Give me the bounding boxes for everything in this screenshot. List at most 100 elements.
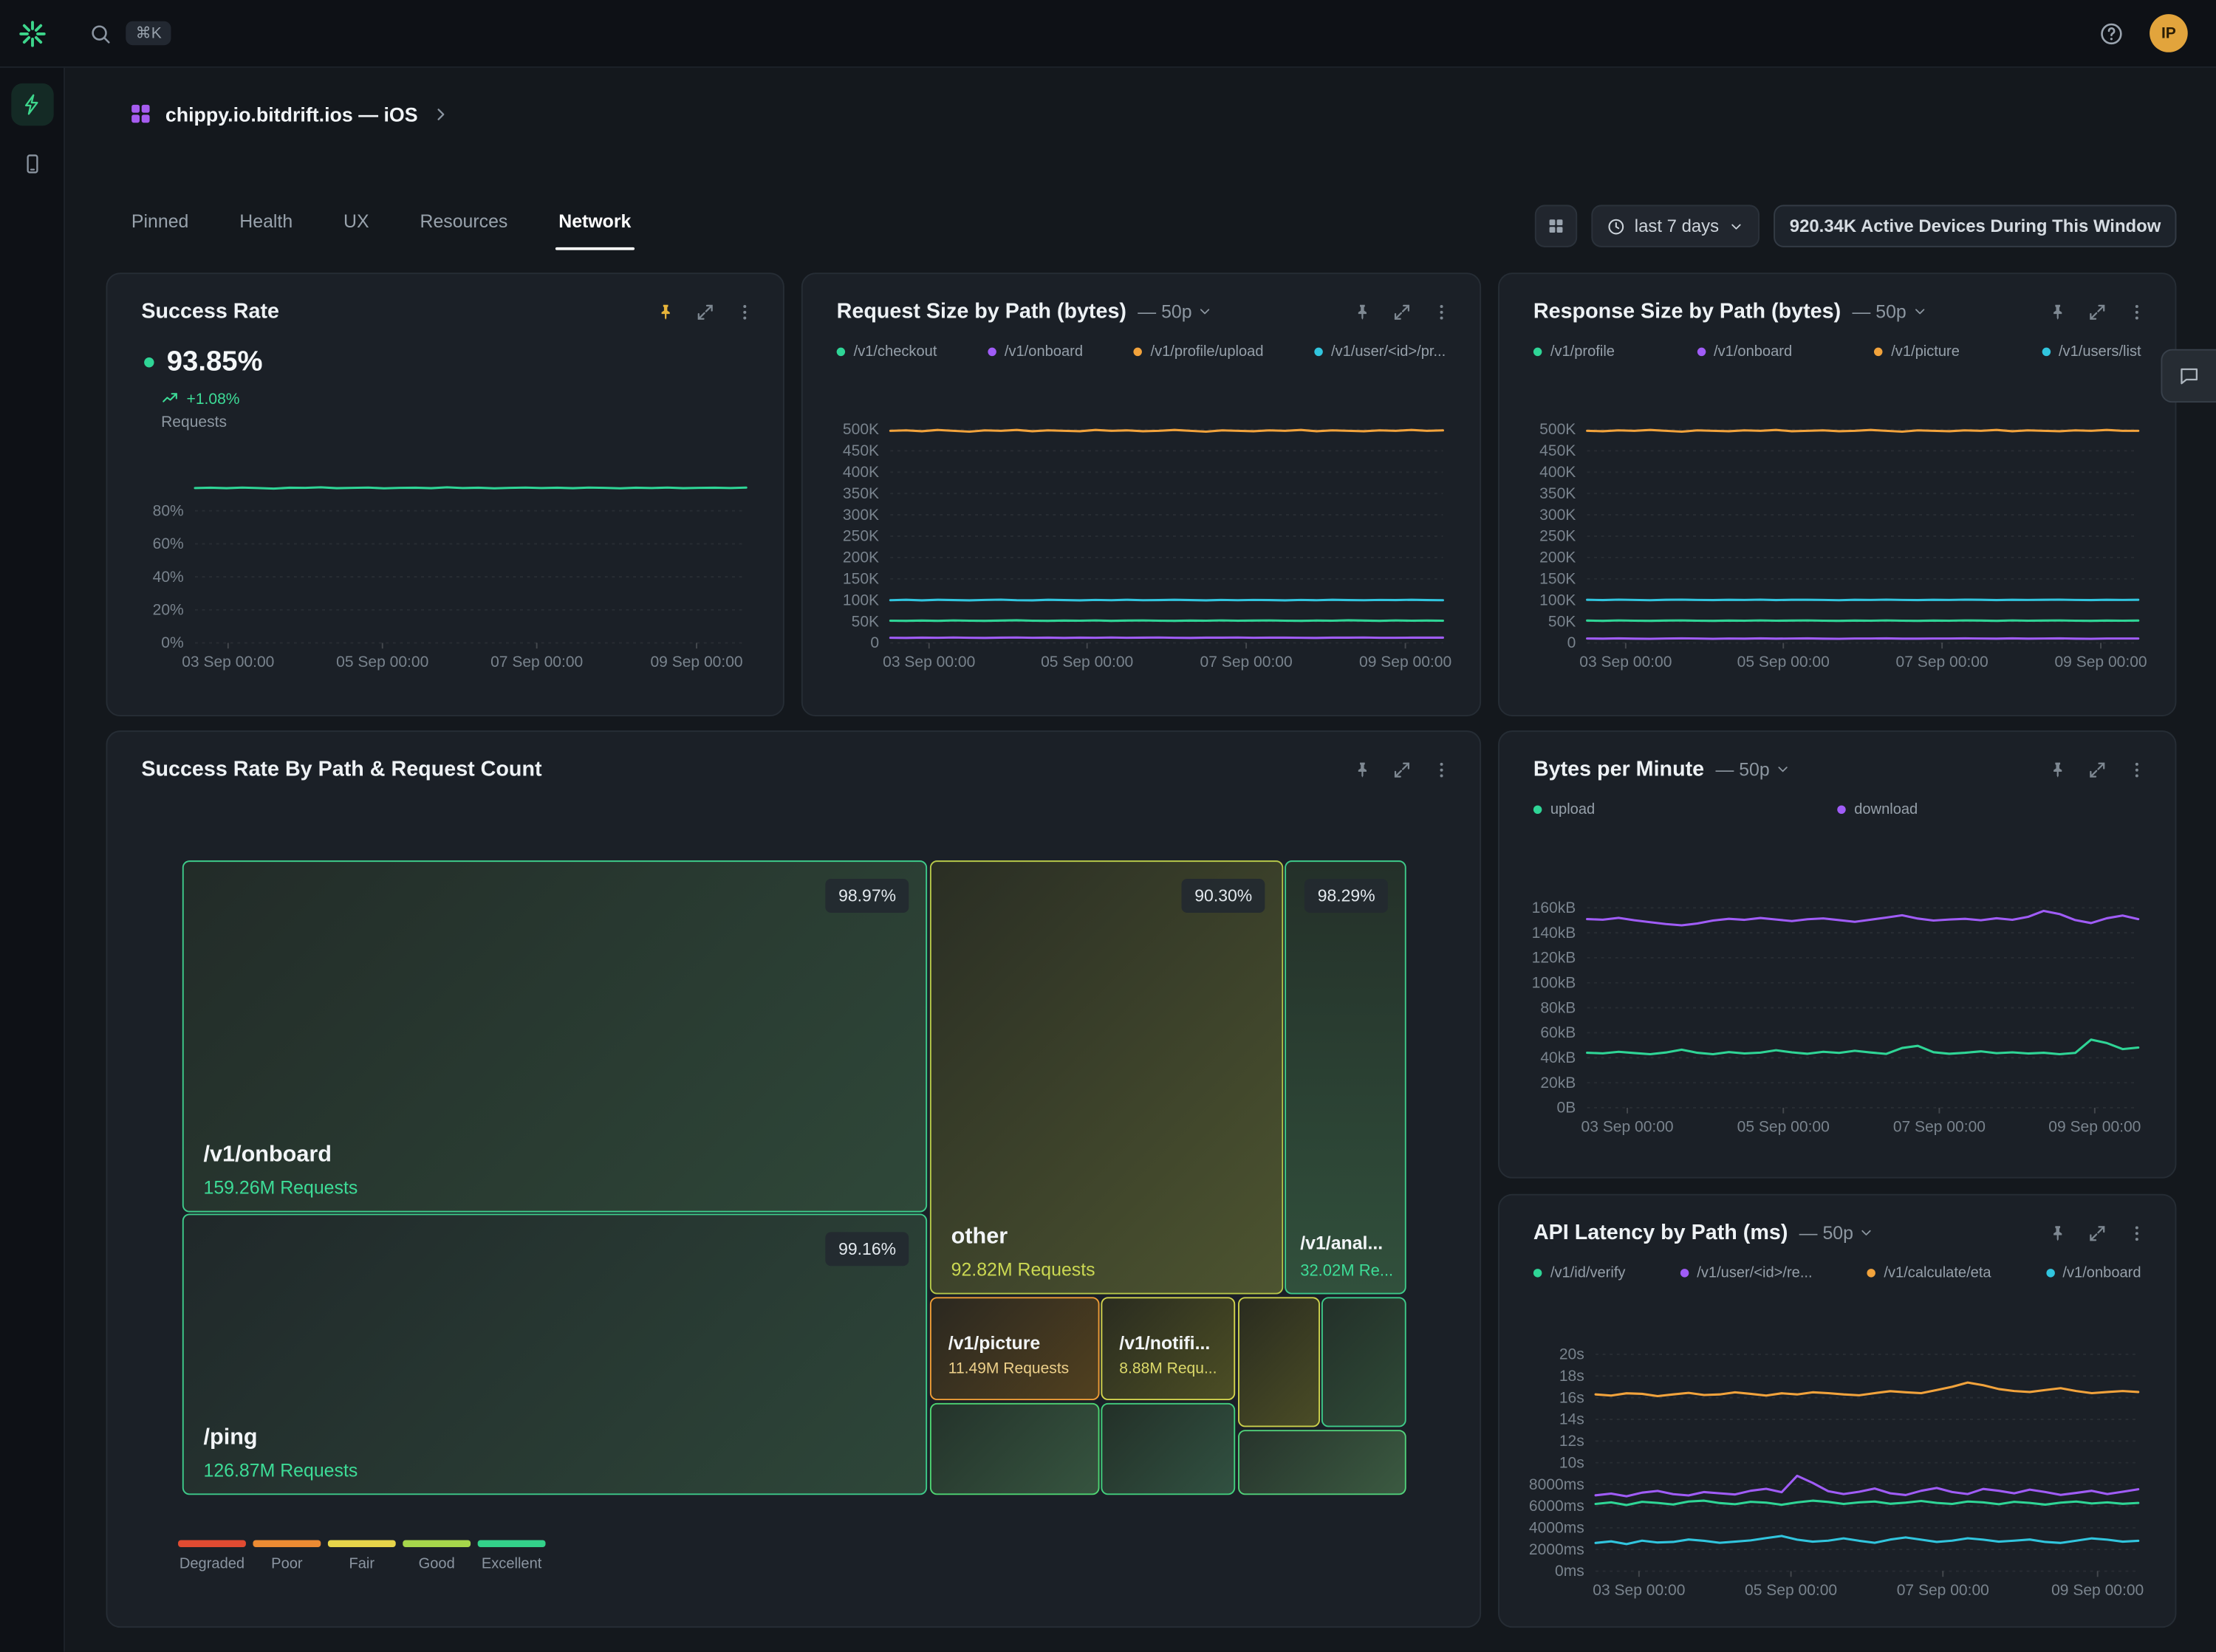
svg-text:200K: 200K: [1539, 549, 1576, 566]
legend-item[interactable]: /v1/id/verify: [1533, 1264, 1626, 1281]
treemap-tile[interactable]: [1238, 1297, 1320, 1427]
percentile-selector[interactable]: — 50p: [1852, 301, 1927, 323]
percentile-selector[interactable]: — 50p: [1799, 1222, 1875, 1244]
svg-text:50K: 50K: [852, 613, 879, 630]
kebab-menu-icon[interactable]: [2127, 759, 2147, 779]
card-title: Success Rate: [141, 300, 279, 324]
svg-text:20kB: 20kB: [1540, 1075, 1576, 1091]
legend-item[interactable]: /v1/user/<id>/pr...: [1314, 343, 1446, 360]
pin-icon[interactable]: [656, 301, 676, 321]
svg-text:09 Sep 00:00: 09 Sep 00:00: [2054, 654, 2147, 671]
expand-icon[interactable]: [2087, 1223, 2107, 1243]
pin-icon[interactable]: [2048, 1223, 2068, 1243]
treemap-tile[interactable]: [1321, 1297, 1406, 1427]
pin-icon[interactable]: [1352, 301, 1372, 321]
tile-name: /v1/anal...: [1300, 1232, 1396, 1253]
expand-icon[interactable]: [1392, 301, 1412, 321]
percentile-selector[interactable]: — 50p: [1138, 301, 1213, 323]
delta-value: +1.08%: [187, 391, 240, 408]
help-button[interactable]: [2099, 21, 2124, 46]
tab-health[interactable]: Health: [236, 202, 295, 250]
treemap-tile-ping[interactable]: 99.16% /ping 126.87M Requests: [182, 1213, 927, 1495]
tab-network[interactable]: Network: [555, 202, 634, 250]
svg-text:03 Sep 00:00: 03 Sep 00:00: [1579, 654, 1672, 671]
svg-text:05 Sep 00:00: 05 Sep 00:00: [336, 654, 428, 671]
legend-item[interactable]: /v1/checkout: [837, 343, 937, 360]
legend-item[interactable]: /v1/calculate/eta: [1867, 1264, 1991, 1281]
svg-text:100K: 100K: [843, 592, 879, 609]
logo[interactable]: [0, 18, 64, 49]
kebab-menu-icon[interactable]: [1432, 759, 1451, 779]
percentile-selector[interactable]: — 50p: [1715, 758, 1791, 780]
pin-icon[interactable]: [1352, 759, 1372, 779]
pin-icon[interactable]: [2048, 301, 2068, 321]
legend-item[interactable]: /v1/picture: [1874, 343, 1960, 360]
svg-text:100kB: 100kB: [1532, 974, 1576, 991]
treemap-tile-other[interactable]: 90.30% other 92.82M Requests: [930, 860, 1283, 1294]
kebab-menu-icon[interactable]: [735, 301, 755, 321]
svg-text:160kB: 160kB: [1532, 899, 1576, 916]
svg-text:200K: 200K: [843, 549, 879, 566]
legend-item[interactable]: /v1/profile: [1533, 343, 1615, 360]
expand-icon[interactable]: [2087, 759, 2107, 779]
kebab-menu-icon[interactable]: [2127, 301, 2147, 321]
legend-item[interactable]: download: [1837, 801, 2141, 818]
treemap-legend: Degraded Poor Fair Good Excellent: [177, 1540, 547, 1572]
tab-ux[interactable]: UX: [341, 202, 372, 250]
svg-text:05 Sep 00:00: 05 Sep 00:00: [1737, 1119, 1830, 1136]
svg-text:60%: 60%: [153, 535, 184, 552]
legend-item[interactable]: /v1/user/<id>/re...: [1680, 1264, 1812, 1281]
success-rate-value: 93.85%: [167, 346, 263, 379]
chevron-right-icon[interactable]: [431, 104, 451, 124]
feedback-chat-button[interactable]: [2161, 349, 2216, 403]
expand-icon[interactable]: [1392, 759, 1412, 779]
legend-item[interactable]: upload: [1533, 801, 1837, 818]
sidebar-item-performance[interactable]: [10, 83, 52, 126]
success-rate-badge: 90.30%: [1182, 879, 1265, 913]
global-search[interactable]: ⌘K: [89, 21, 172, 46]
treemap-tile-analytics[interactable]: 98.29% /v1/anal... 32.02M Re...: [1285, 860, 1406, 1294]
treemap-tile[interactable]: [1238, 1430, 1406, 1495]
avatar[interactable]: IP: [2150, 14, 2188, 52]
tile-requests: 32.02M Re...: [1300, 1263, 1396, 1280]
clock-icon: [1606, 217, 1624, 236]
pin-icon[interactable]: [2048, 759, 2068, 779]
active-devices-badge[interactable]: 920.34K Active Devices During This Windo…: [1774, 205, 2177, 247]
treemap-tile-picture[interactable]: /v1/picture 11.49M Requests: [930, 1297, 1100, 1400]
kebab-menu-icon[interactable]: [2127, 1223, 2147, 1243]
treemap-tile-notifications[interactable]: /v1/notifi... 8.88M Requ...: [1101, 1297, 1235, 1400]
tab-pinned[interactable]: Pinned: [129, 202, 191, 250]
card-api-latency: API Latency by Path (ms) — 50p /v1/id/ve…: [1498, 1194, 2176, 1628]
legend-item[interactable]: /v1/profile/upload: [1134, 343, 1264, 360]
card-success-rate: Success Rate 93.85%: [106, 273, 784, 716]
treemap-tile[interactable]: [1101, 1403, 1235, 1495]
legend-item[interactable]: /v1/onboard: [988, 343, 1083, 360]
help-icon: [2099, 21, 2124, 46]
app-header[interactable]: chippy.io.bitdrift.ios — iOS: [129, 102, 451, 126]
chevron-down-icon: [1775, 761, 1791, 777]
treemap-tile-onboard[interactable]: 98.97% /v1/onboard 159.26M Requests: [182, 860, 927, 1212]
svg-text:0: 0: [1567, 634, 1576, 651]
tile-name: /v1/onboard: [204, 1143, 332, 1168]
legend-dot: [988, 348, 996, 356]
legend-dot: [1533, 1269, 1542, 1277]
legend-item: Excellent: [476, 1540, 547, 1572]
tabs: Pinned Health UX Resources Network: [129, 202, 634, 250]
sidebar-item-devices[interactable]: [10, 143, 52, 185]
legend-item[interactable]: /v1/onboard: [1697, 343, 1792, 360]
expand-icon[interactable]: [2087, 301, 2107, 321]
tile-requests: 8.88M Requ...: [1119, 1360, 1225, 1377]
legend-item[interactable]: /v1/users/list: [2042, 343, 2141, 360]
treemap-tile[interactable]: [930, 1403, 1100, 1495]
success-rate-chart: 0%20%40%60%80%03 Sep 00:0005 Sep 00:0007…: [141, 465, 760, 676]
card-bytes-per-minute: Bytes per Minute — 50p upload download 0…: [1498, 730, 2176, 1179]
expand-icon[interactable]: [695, 301, 715, 321]
card-success-rate-by-path: Success Rate By Path & Request Count 98.…: [106, 730, 1481, 1628]
svg-text:03 Sep 00:00: 03 Sep 00:00: [1581, 1119, 1674, 1136]
time-range-selector[interactable]: last 7 days: [1590, 205, 1760, 247]
tab-resources[interactable]: Resources: [417, 202, 511, 250]
legend-item[interactable]: /v1/onboard: [2045, 1264, 2141, 1281]
tile-name: other: [951, 1225, 1008, 1250]
layout-grid-button[interactable]: [1534, 205, 1576, 247]
kebab-menu-icon[interactable]: [1432, 301, 1451, 321]
